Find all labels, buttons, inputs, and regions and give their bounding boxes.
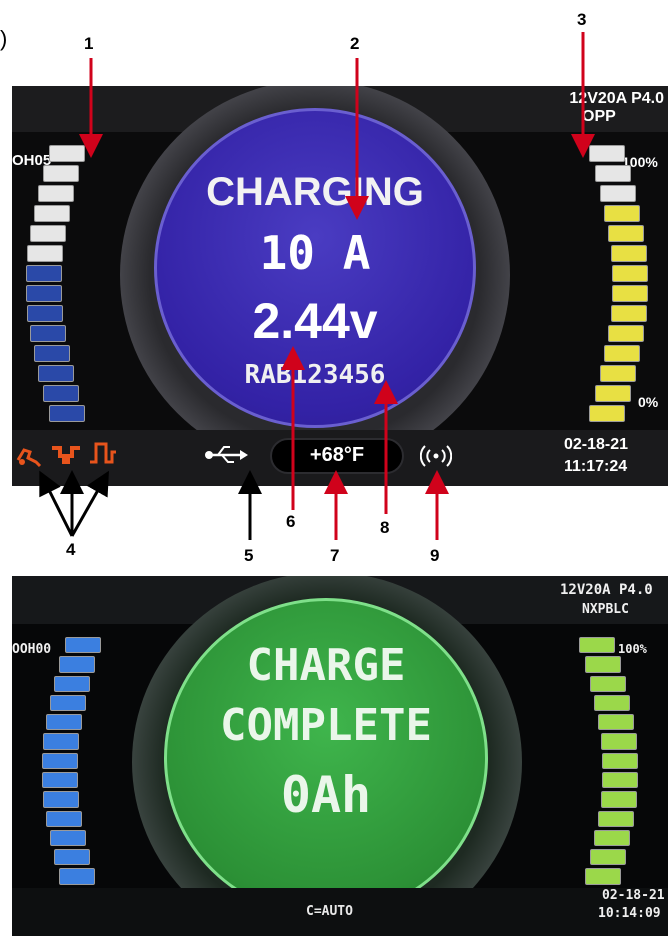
right-bar-2-segment: [600, 733, 637, 750]
left-bar-2-segment: [45, 714, 82, 731]
status-line-2: COMPLETE: [220, 700, 432, 751]
right-bar-2-segment: [600, 791, 637, 808]
left-bar-2-segment: [43, 791, 80, 808]
right-bar-2-segment: [589, 675, 626, 692]
right-bar-2-segment: [578, 637, 615, 654]
model-label-2: 12V20A P4.0: [560, 582, 653, 598]
right-bar-2-segment: [594, 829, 631, 847]
date-readout-2: 02-18-21: [602, 888, 665, 903]
left-bar-2-segment: [42, 772, 79, 789]
right-bar-2-segment: [584, 656, 621, 673]
left-bar-2-segment: [42, 752, 79, 769]
right-bar-2-segment: [589, 849, 626, 866]
mode-label-2: NXPBLC: [582, 602, 629, 617]
callout-lines: [39, 32, 595, 540]
capacity-readout: 0Ah: [280, 766, 372, 824]
right-bar-2-segment: [598, 714, 635, 731]
right-level-bar-2: [558, 636, 638, 906]
left-bar-2-segment: [54, 675, 91, 692]
left-bar-2-segment: [43, 733, 80, 750]
complete-screen: 12V20A P4.0 NXPBLC OOH00 100% CHARGE COM…: [12, 576, 668, 936]
mode-auto-label: C=AUTO: [306, 904, 353, 919]
right-bar-2-segment: [598, 810, 635, 827]
left-bar-2-segment: [49, 694, 86, 712]
right-bar-2-segment: [601, 772, 638, 789]
status-line-1: CHARGE: [246, 640, 406, 691]
right-bar-2-segment: [601, 752, 638, 769]
left-bar-2-segment: [59, 868, 96, 885]
left-bar-2-segment: [59, 656, 96, 673]
left-bar-2-segment: [45, 810, 82, 827]
left-bar-2-segment: [49, 829, 86, 847]
left-bar-2-segment: [54, 849, 91, 866]
left-bar-2-segment: [65, 637, 102, 654]
time-readout-2: 10:14:09: [598, 906, 661, 921]
right-bar-2-segment: [584, 868, 621, 885]
left-level-bar-2: [42, 636, 122, 906]
right-bar-2-segment: [594, 694, 631, 712]
